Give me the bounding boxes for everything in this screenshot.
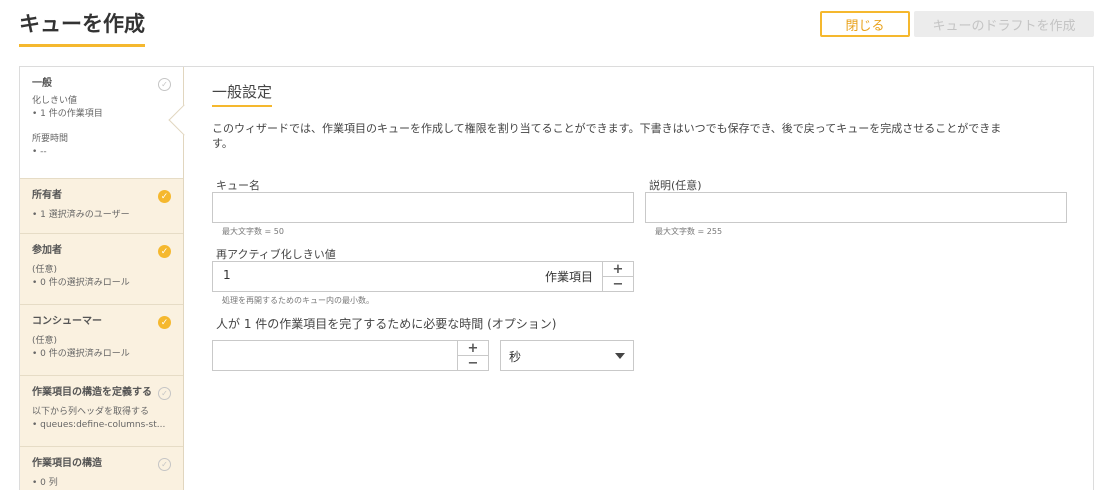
step-title: 参加者 <box>32 245 62 256</box>
plus-icon[interactable]: + <box>603 262 633 277</box>
step-detail: • 1 選択済みのユーザー <box>32 210 130 220</box>
general-settings-panel: 一般設定 このウィザードでは、作業項目のキューを作成して権限を割り当てることがで… <box>212 81 1082 371</box>
queue-name-label: キュー名 <box>216 179 260 192</box>
step-owners[interactable]: 所有者 ✓ • 1 選択済みのユーザー <box>20 179 183 234</box>
description-input[interactable] <box>645 192 1067 223</box>
minus-icon[interactable]: − <box>458 356 488 371</box>
time-stepper: + − <box>457 341 488 371</box>
step-detail: • -- <box>32 147 47 157</box>
time-required-label: 人が 1 件の作業項目を完了するために必要な時間 (オプション) <box>216 317 557 331</box>
step-general[interactable]: 一般 ✓ 化しきい値 • 1 件の作業項目 所要時間 • -- <box>20 67 183 179</box>
plus-icon[interactable]: + <box>458 341 488 356</box>
time-unit-value: 秒 <box>509 350 522 364</box>
check-circle-outline-icon: ✓ <box>158 387 171 400</box>
step-detail: • 0 件の選択済みロール <box>32 278 130 288</box>
step-title: コンシューマー <box>32 316 102 327</box>
section-title: 一般設定 <box>212 81 273 107</box>
check-circle-filled-icon: ✓ <box>158 245 171 258</box>
reactivation-threshold-label: 再アクティブ化しきい値 <box>216 248 336 261</box>
description-label: 説明(任意) <box>649 179 702 192</box>
check-circle-outline-icon: ✓ <box>158 458 171 471</box>
close-button[interactable]: 閉じる <box>820 11 910 37</box>
step-detail: 以下から列ヘッダを取得する <box>32 407 150 417</box>
step-detail: • 1 件の作業項目 <box>32 109 103 119</box>
description-hint: 最大文字数 = 255 <box>655 227 723 236</box>
step-detail: • queues:define-columns-st... <box>32 420 166 430</box>
step-consumers[interactable]: コンシューマー ✓ (任意) • 0 件の選択済みロール <box>20 305 183 376</box>
minus-icon[interactable]: − <box>603 277 633 292</box>
step-detail: (任意) <box>32 336 58 346</box>
reactivation-threshold-value: 1 <box>223 268 231 282</box>
wizard-panel: 一般 ✓ 化しきい値 • 1 件の作業項目 所要時間 • -- 所有者 ✓ • … <box>19 66 1094 490</box>
time-unit-select[interactable]: 秒 <box>500 340 634 371</box>
step-title: 作業項目の構造を定義する <box>32 387 152 398</box>
check-circle-filled-icon: ✓ <box>158 190 171 203</box>
step-define-structure[interactable]: 作業項目の構造を定義する ✓ 以下から列ヘッダを取得する • queues:de… <box>20 376 183 447</box>
time-required-field[interactable]: + − <box>212 340 489 371</box>
wizard-description: このウィザードでは、作業項目のキューを作成して権限を割り当てることができます。下… <box>212 122 1002 150</box>
create-draft-button[interactable]: キューのドラフトを作成 <box>914 11 1094 37</box>
step-title: 一般 <box>32 78 52 89</box>
step-participants[interactable]: 参加者 ✓ (任意) • 0 件の選択済みロール <box>20 234 183 305</box>
page-title: キューを作成 <box>19 8 145 47</box>
check-circle-filled-icon: ✓ <box>158 316 171 329</box>
step-detail: 化しきい値 <box>32 96 78 106</box>
step-title: 作業項目の構造 <box>32 458 102 469</box>
reactivation-threshold-field[interactable]: 1 作業項目 + − <box>212 261 634 292</box>
step-structure[interactable]: 作業項目の構造 ✓ • 0 列 <box>20 447 183 490</box>
queue-name-hint: 最大文字数 = 50 <box>222 227 284 236</box>
reactivation-threshold-unit: 作業項目 <box>544 270 593 284</box>
wizard-steps-sidebar: 一般 ✓ 化しきい値 • 1 件の作業項目 所要時間 • -- 所有者 ✓ • … <box>20 67 184 490</box>
step-detail: (任意) <box>32 265 58 275</box>
reactivation-stepper: + − <box>602 262 633 292</box>
step-detail: • 0 件の選択済みロール <box>32 349 130 359</box>
check-circle-outline-icon: ✓ <box>158 78 171 91</box>
queue-name-input[interactable] <box>212 192 634 223</box>
step-title: 所有者 <box>32 190 62 201</box>
step-detail: • 0 列 <box>32 478 58 488</box>
step-detail: 所要時間 <box>32 134 69 144</box>
reactivation-threshold-hint: 処理を再開するためのキュー内の最小数。 <box>222 296 374 305</box>
caret-down-icon <box>615 353 625 359</box>
